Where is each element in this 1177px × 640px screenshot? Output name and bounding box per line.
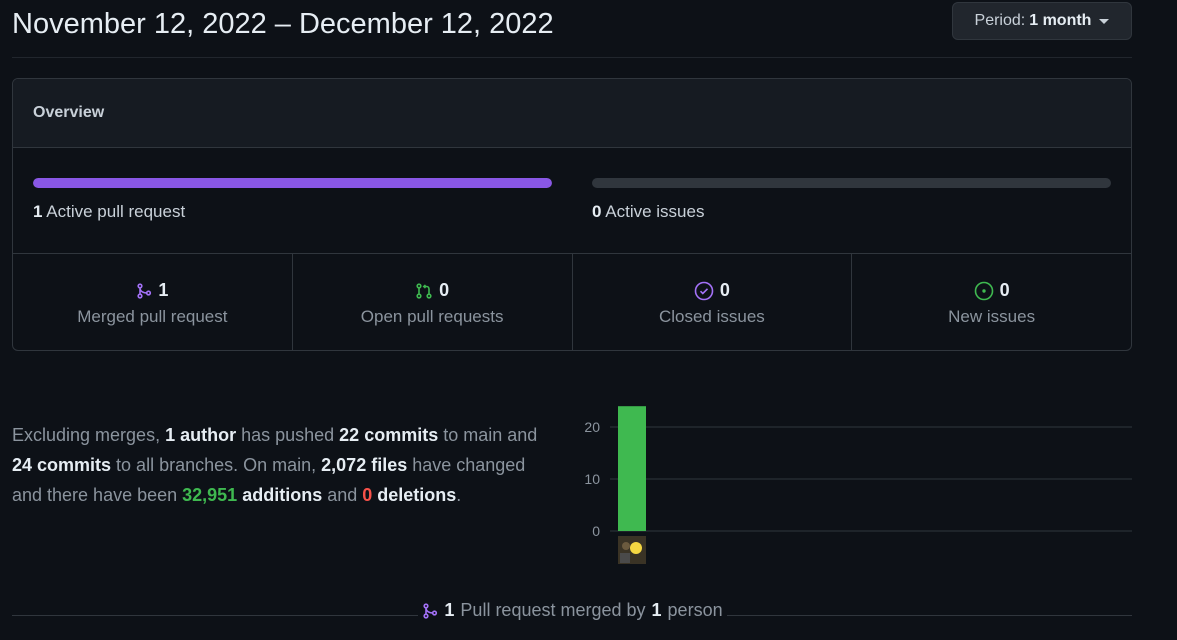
deletions-label: deletions bbox=[372, 485, 457, 505]
pulse-page: November 12, 2022 – December 12, 2022 Pe… bbox=[0, 0, 1177, 640]
pull-request-progress-fill bbox=[33, 178, 552, 188]
authors-link[interactable]: 1 author bbox=[165, 425, 236, 445]
summary-text: Excluding merges, bbox=[12, 425, 166, 445]
activity-bars: 1 Active pull request 0 Active issues bbox=[13, 148, 1131, 254]
stat-open-top: 0 bbox=[293, 280, 572, 301]
active-issues-text: Active issues bbox=[605, 202, 705, 221]
open-pr-count: 0 bbox=[439, 280, 450, 300]
period-value: 1 month bbox=[1029, 12, 1092, 29]
avatar-face bbox=[622, 542, 630, 550]
active-pull-requests-count: 1 bbox=[33, 202, 43, 221]
closed-issues-label: Closed issues bbox=[658, 307, 765, 326]
merged-pr-text: Pull request merged by bbox=[460, 600, 646, 620]
open-pr-label: Open pull requests bbox=[360, 307, 504, 326]
commit-bar[interactable] bbox=[618, 406, 646, 531]
commits-all-link[interactable]: 24 commits bbox=[12, 455, 111, 475]
y-tick-label: 0 bbox=[592, 523, 600, 539]
caret-down-icon bbox=[1099, 18, 1110, 24]
closed-issues-count: 0 bbox=[719, 280, 730, 300]
date-range-title: November 12, 2022 – December 12, 2022 bbox=[12, 8, 554, 40]
active-issues-count: 0 bbox=[592, 202, 602, 221]
new-issues-count: 0 bbox=[999, 280, 1010, 300]
merged-pr-count: 1 bbox=[444, 600, 455, 620]
merged-pr-summary: 1 Pull request merged by 1 person bbox=[0, 600, 1145, 621]
stat-closed-top: 0 bbox=[573, 280, 852, 301]
issue-opened-icon bbox=[974, 281, 993, 300]
merged-count: 1 bbox=[158, 280, 169, 300]
avatar-glow bbox=[630, 542, 642, 554]
author-avatar[interactable] bbox=[618, 536, 646, 564]
deletions-count: 0 bbox=[362, 485, 373, 505]
commits-by-author-chart: 0 10 20 bbox=[584, 406, 1132, 564]
active-pull-requests[interactable]: 1 Active pull request bbox=[33, 178, 552, 222]
active-issues[interactable]: 0 Active issues bbox=[592, 178, 1111, 222]
git-merge-icon bbox=[137, 282, 152, 299]
stat-merged-top: 1 bbox=[13, 280, 292, 301]
pull-request-progress-bar bbox=[33, 178, 552, 188]
summary-text: has pushed bbox=[236, 425, 340, 445]
y-tick-label: 10 bbox=[584, 471, 600, 487]
stat-merged-pull-requests[interactable]: 1 Merged pull request bbox=[13, 254, 293, 350]
merged-label: Merged pull request bbox=[77, 307, 228, 326]
merged-pr-summary-inner: 1 Pull request merged by 1 person bbox=[418, 600, 727, 621]
git-merge-icon bbox=[423, 602, 438, 619]
summary-text: and bbox=[322, 485, 363, 505]
commit-summary: Excluding merges, 1 author has pushed 22… bbox=[12, 420, 557, 510]
pulse-header: November 12, 2022 – December 12, 2022 Pe… bbox=[12, 0, 1132, 58]
additions-label: additions bbox=[237, 485, 323, 505]
period-label: Period: bbox=[974, 12, 1026, 29]
active-pull-requests-text: Active pull request bbox=[46, 202, 186, 221]
summary-text: to main and bbox=[438, 425, 538, 445]
active-issues-label: 0 Active issues bbox=[592, 202, 1111, 222]
stat-open-pull-requests[interactable]: 0 Open pull requests bbox=[293, 254, 573, 350]
y-tick-label: 20 bbox=[584, 419, 600, 435]
issue-closed-icon bbox=[694, 281, 714, 300]
issues-progress-bar bbox=[592, 178, 1111, 188]
merger-label: person bbox=[667, 600, 723, 620]
stat-new-issues[interactable]: 0 New issues bbox=[852, 254, 1131, 350]
active-pull-requests-label: 1 Active pull request bbox=[33, 202, 552, 222]
stat-closed-issues[interactable]: 0 Closed issues bbox=[573, 254, 853, 350]
stats-row: 1 Merged pull request 0 Open pull reques bbox=[13, 254, 1131, 350]
new-issues-label: New issues bbox=[948, 307, 1036, 326]
git-pull-request-icon bbox=[416, 282, 432, 299]
commits-main-link[interactable]: 22 commits bbox=[339, 425, 438, 445]
summary-text: . bbox=[456, 485, 462, 505]
overview-box: Overview 1 Active pull request 0 Active … bbox=[12, 78, 1132, 351]
files-changed: 2,072 files bbox=[321, 455, 408, 475]
overview-title: Overview bbox=[13, 79, 1131, 148]
avatar-body bbox=[620, 553, 630, 563]
additions-count: 32,951 bbox=[182, 485, 238, 505]
merger-count: 1 bbox=[651, 600, 662, 620]
summary-text: to all branches. On main, bbox=[111, 455, 322, 475]
stat-new-top: 0 bbox=[852, 280, 1131, 301]
period-dropdown-button[interactable]: Period: 1 month bbox=[952, 2, 1132, 40]
